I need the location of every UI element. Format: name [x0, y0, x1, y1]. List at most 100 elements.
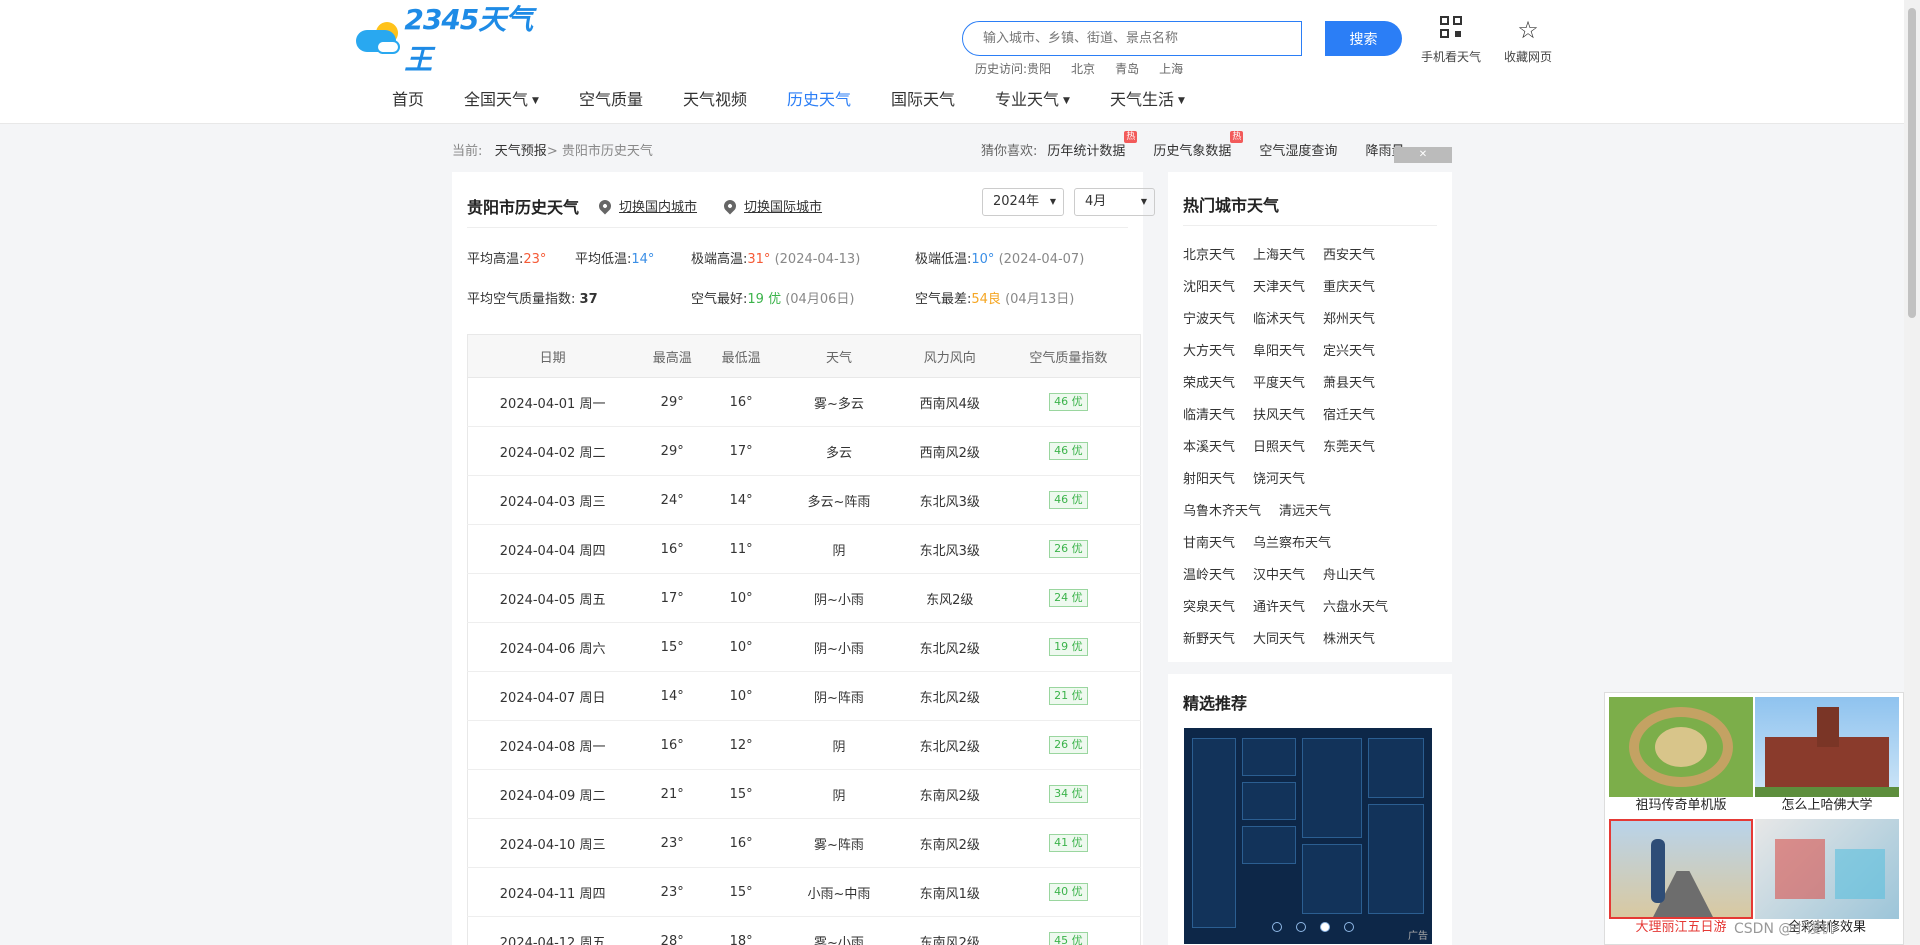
switch-domestic-link[interactable]: 切换国内城市: [596, 196, 697, 215]
hot-city-link[interactable]: 郑州天气: [1323, 304, 1375, 336]
cell-high: 23°: [637, 867, 708, 917]
mobile-weather-link[interactable]: 手机看天气: [1416, 16, 1486, 65]
hot-city-link[interactable]: 宁波天气: [1183, 304, 1235, 336]
hot-city-link[interactable]: 阜阳天气: [1253, 336, 1305, 368]
hot-city-link[interactable]: 本溪天气: [1183, 432, 1235, 464]
hot-city-link[interactable]: 新野天气: [1183, 624, 1235, 656]
hot-city-row: 新野天气 大同天气 株洲天气: [1183, 624, 1443, 656]
hot-city-link[interactable]: 天津天气: [1253, 272, 1305, 304]
ad-tile[interactable]: 大理丽江五日游: [1609, 819, 1753, 937]
aqi-badge: 46 优: [1049, 442, 1088, 460]
hot-city-link[interactable]: 沈阳天气: [1183, 272, 1235, 304]
favorite-link[interactable]: ☆ 收藏网页: [1493, 16, 1563, 65]
hot-city-link[interactable]: 温岭天气: [1183, 560, 1235, 592]
nav-item-life[interactable]: 天气生活 ▼: [1090, 86, 1205, 114]
cell-wind: 东南风2级: [902, 818, 997, 868]
hot-city-link[interactable]: 突泉天气: [1183, 592, 1235, 624]
hot-city-link[interactable]: 株洲天气: [1323, 624, 1375, 656]
aqi-badge: 40 优: [1049, 883, 1088, 901]
aqi-badge: 46 优: [1049, 491, 1088, 509]
main-nav: 首页 全国天气 ▼ 空气质量 天气视频 历史天气 国际天气 专业天气 ▼ 天气生活 ▼: [372, 86, 1205, 114]
hot-city-link[interactable]: 平度天气: [1253, 368, 1305, 400]
cell-aqi: 46 优: [996, 475, 1141, 525]
cell-low: 12°: [707, 720, 776, 770]
breadcrumb-home[interactable]: 天气预报: [495, 144, 547, 159]
hot-city-link[interactable]: 重庆天气: [1323, 272, 1375, 304]
dashboard-ad-image[interactable]: 广告: [1184, 728, 1432, 944]
hot-city-link[interactable]: 荣成天气: [1183, 368, 1235, 400]
stat-avg-aqi: 平均空气质量指数: 37: [467, 292, 598, 307]
nav-item-intl[interactable]: 国际天气: [871, 86, 975, 114]
breadcrumb: 当前: 天气预报> 贵阳市历史天气: [452, 144, 653, 159]
ad-tile[interactable]: 祖玛传奇单机版: [1609, 697, 1753, 815]
month-select[interactable]: 4月 ▼: [1074, 188, 1155, 216]
hot-city-link[interactable]: 东莞天气: [1323, 432, 1375, 464]
hot-city-link[interactable]: 北京天气: [1183, 240, 1235, 272]
hot-city-link[interactable]: 清远天气: [1279, 496, 1331, 528]
cell-low: 16°: [707, 377, 776, 427]
nav-item-history[interactable]: 历史天气: [767, 86, 871, 114]
nav-item-home[interactable]: 首页: [372, 86, 444, 114]
col-low: 最低温: [707, 334, 776, 378]
hot-city-link[interactable]: 乌兰察布天气: [1253, 528, 1331, 560]
cell-wind: 东北风3级: [902, 475, 997, 525]
hot-city-link[interactable]: 汉中天气: [1253, 560, 1305, 592]
hot-city-row: 临清天气 扶风天气 宿迁天气: [1183, 400, 1443, 432]
switch-intl-link[interactable]: 切换国际城市: [721, 196, 822, 215]
cell-date: 2024-04-12 周五: [467, 916, 638, 945]
ad-close-button[interactable]: ✕: [1394, 147, 1452, 163]
guess-link[interactable]: 历史气象数据: [1153, 131, 1244, 159]
hot-city-link[interactable]: 六盘水天气: [1323, 592, 1388, 624]
hot-city-link[interactable]: 饶河天气: [1253, 464, 1305, 496]
hot-city-link[interactable]: 扶风天气: [1253, 400, 1305, 432]
hot-city-link[interactable]: 上海天气: [1253, 240, 1305, 272]
hot-city-link[interactable]: 乌鲁木齐天气: [1183, 496, 1261, 528]
page-scrollbar[interactable]: [1904, 0, 1920, 945]
history-label[interactable]: 历史访问:贵阳: [975, 60, 1051, 77]
nav-item-national[interactable]: 全国天气 ▼: [444, 86, 559, 114]
hot-city-link[interactable]: 大同天气: [1253, 624, 1305, 656]
hot-city-link[interactable]: 宿迁天气: [1323, 400, 1375, 432]
weather-logo-icon: [354, 18, 400, 58]
ad-tile[interactable]: 怎么上哈佛大学: [1755, 697, 1899, 815]
hot-city-link[interactable]: 舟山天气: [1323, 560, 1375, 592]
cell-weather: 阴~小雨: [775, 622, 903, 672]
hot-city-link[interactable]: 萧县天气: [1323, 368, 1375, 400]
search-button[interactable]: 搜索: [1325, 21, 1402, 56]
hot-city-link[interactable]: 日照天气: [1253, 432, 1305, 464]
page-title: 贵阳市历史天气: [467, 198, 580, 217]
cell-low: 18°: [707, 916, 776, 945]
search-box[interactable]: [962, 21, 1302, 56]
hot-city-link[interactable]: 临清天气: [1183, 400, 1235, 432]
search-input[interactable]: [963, 22, 1301, 55]
hot-city-link[interactable]: 甘南天气: [1183, 528, 1235, 560]
guess-link[interactable]: 历年统计数据: [1047, 131, 1138, 159]
hot-city-link[interactable]: 大方天气: [1183, 336, 1235, 368]
hot-city-link[interactable]: 西安天气: [1323, 240, 1375, 272]
hot-city-row: 本溪天气 日照天气 东莞天气: [1183, 432, 1443, 464]
hot-city-list: 北京天气 上海天气 西安天气 沈阳天气 天津天气 重庆天气 宁波天气 临沭天气 郑州天气 大方天气…: [1183, 240, 1443, 656]
cell-low: 16°: [707, 818, 776, 868]
cell-low: 11°: [707, 524, 776, 574]
history-item[interactable]: 上海: [1159, 60, 1183, 77]
history-item[interactable]: 北京: [1071, 60, 1095, 77]
site-logo[interactable]: 2345天气王: [354, 3, 554, 76]
history-item[interactable]: 青岛: [1115, 60, 1139, 77]
scrollbar-thumb[interactable]: [1908, 8, 1916, 318]
hot-city-row: 大方天气 阜阳天气 定兴天气: [1183, 336, 1443, 368]
recommend-card: 精选推荐 广告: [1168, 674, 1452, 945]
nav-item-pro[interactable]: 专业天气 ▼: [975, 86, 1090, 114]
guess-link[interactable]: 空气湿度查询: [1259, 140, 1337, 159]
nav-item-video[interactable]: 天气视频: [663, 86, 767, 114]
aqi-badge: 45 优: [1049, 932, 1088, 945]
hot-city-link[interactable]: 射阳天气: [1183, 464, 1235, 496]
cell-high: 24°: [637, 475, 708, 525]
hot-city-link[interactable]: 通许天气: [1253, 592, 1305, 624]
hot-city-link[interactable]: 临沭天气: [1253, 304, 1305, 336]
year-select[interactable]: 2024年 ▼: [982, 188, 1064, 216]
nav-item-air[interactable]: 空气质量: [559, 86, 663, 114]
carousel-dots[interactable]: [1272, 922, 1354, 932]
hot-city-link[interactable]: 定兴天气: [1323, 336, 1375, 368]
cell-weather: 阴: [775, 524, 903, 574]
cell-aqi: 19 优: [996, 622, 1141, 672]
